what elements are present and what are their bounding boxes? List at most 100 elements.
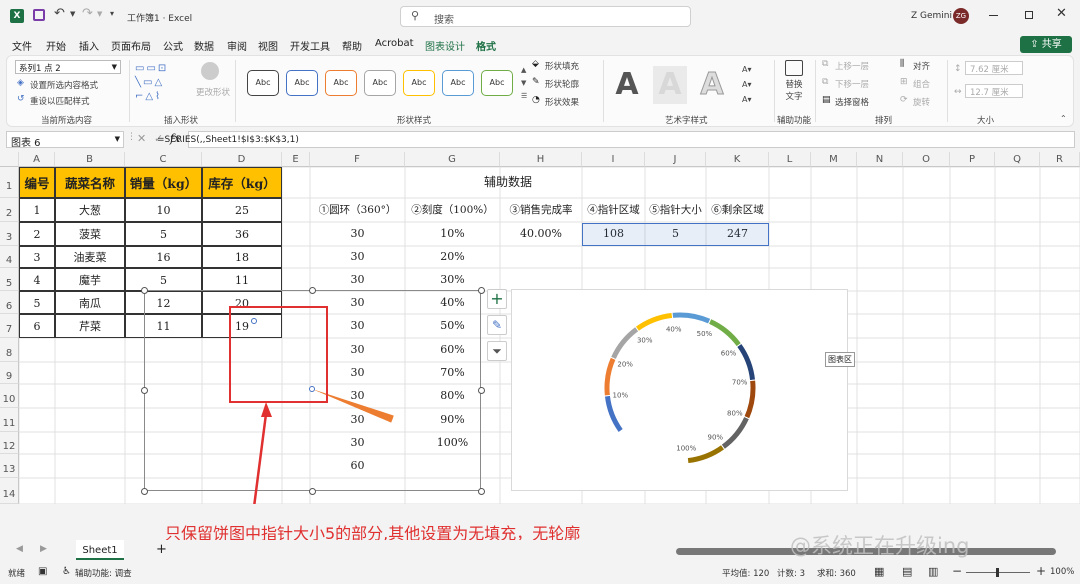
avatar[interactable]: ZG: [953, 8, 969, 24]
tab-chart-design[interactable]: 图表设计: [425, 38, 465, 53]
column-header[interactable]: O: [903, 152, 950, 167]
row-header[interactable]: 7: [0, 314, 19, 338]
table-header-cell[interactable]: 库存（kg）: [202, 167, 282, 198]
zoom-out-icon[interactable]: −: [952, 564, 962, 578]
table-cell[interactable]: 40.00%: [500, 222, 582, 246]
tab-home[interactable]: 开始: [46, 38, 66, 53]
shape-effect-button[interactable]: ◔ 形状效果: [532, 95, 579, 108]
shape-style-tile[interactable]: Abc: [481, 70, 513, 96]
shapes-gallery[interactable]: ▭▭⊡ ╲▭△ ⌐△⌇: [135, 62, 185, 106]
tab-review[interactable]: 审阅: [227, 38, 247, 53]
zoom-thumb[interactable]: [996, 568, 999, 577]
table-cell[interactable]: 2: [19, 222, 55, 246]
row-header[interactable]: 9: [0, 362, 19, 384]
column-header[interactable]: P: [950, 152, 995, 167]
aux-header-cell[interactable]: ②刻度（100%）: [405, 198, 500, 222]
resize-handle[interactable]: [141, 287, 148, 294]
wordart-style-2[interactable]: A: [653, 66, 687, 104]
table-header-cell[interactable]: 编号: [19, 167, 55, 198]
shape-style-tile[interactable]: Abc: [325, 70, 357, 96]
tab-developer[interactable]: 开发工具: [290, 38, 330, 53]
chart-element-dropdown[interactable]: 系列1 点 2 ▼: [15, 60, 121, 74]
shape-outline-button[interactable]: ✎ 形状轮廓: [532, 77, 579, 90]
wordart-style-3[interactable]: A: [695, 66, 729, 104]
table-cell[interactable]: 5: [19, 291, 55, 314]
chevron-down-icon[interactable]: ▼: [70, 10, 75, 18]
status-accessibility[interactable]: 辅助功能: 调查: [75, 567, 132, 579]
undo-icon[interactable]: ↶: [54, 6, 65, 21]
chart-elements-button[interactable]: +: [487, 289, 507, 309]
row-header[interactable]: 1: [0, 167, 19, 198]
table-cell[interactable]: 油麦菜: [55, 246, 125, 268]
shape-style-tile[interactable]: Abc: [403, 70, 435, 96]
aux-title[interactable]: 辅助数据: [310, 167, 706, 198]
chart-filters-button[interactable]: ⏷: [487, 341, 507, 361]
table-cell[interactable]: 5: [125, 222, 202, 246]
table-cell[interactable]: 30: [310, 222, 405, 246]
cancel-icon[interactable]: ✕: [137, 132, 146, 145]
table-cell[interactable]: 芹菜: [55, 314, 125, 338]
table-cell[interactable]: 25: [202, 198, 282, 222]
table-cell[interactable]: 18: [202, 246, 282, 268]
aux-header-cell[interactable]: ③销售完成率: [500, 198, 582, 222]
row-header[interactable]: 6: [0, 291, 19, 314]
shape-style-tile[interactable]: Abc: [286, 70, 318, 96]
row-header[interactable]: 10: [0, 384, 19, 408]
tab-acrobat[interactable]: Acrobat: [375, 38, 414, 49]
table-cell[interactable]: 6: [19, 314, 55, 338]
table-cell[interactable]: 30%: [405, 268, 500, 291]
shape-style-tile[interactable]: Abc: [442, 70, 474, 96]
tab-data[interactable]: 数据: [194, 38, 214, 53]
row-header[interactable]: 12: [0, 432, 19, 454]
page-break-icon[interactable]: ▥: [928, 565, 938, 578]
row-header[interactable]: 2: [0, 198, 19, 222]
restore-icon[interactable]: [1025, 11, 1033, 19]
shape-style-tile[interactable]: Abc: [247, 70, 279, 96]
resize-handle[interactable]: [478, 488, 485, 495]
column-header[interactable]: I: [582, 152, 645, 167]
table-header-cell[interactable]: 销量（kg）: [125, 167, 202, 198]
table-cell[interactable]: 30: [310, 268, 405, 291]
aux-header-cell[interactable]: ④指针区域: [582, 198, 645, 222]
column-header[interactable]: A: [19, 152, 55, 167]
table-cell[interactable]: 4: [19, 268, 55, 291]
column-header[interactable]: J: [645, 152, 706, 167]
column-header[interactable]: H: [500, 152, 582, 167]
shape-style-tile[interactable]: Abc: [364, 70, 396, 96]
shape-fill-button[interactable]: ⬙ 形状填充: [532, 59, 579, 72]
redo-icon[interactable]: ↷: [82, 6, 93, 21]
resize-handle[interactable]: [141, 387, 148, 394]
row-header[interactable]: 14: [0, 478, 19, 504]
normal-view-icon[interactable]: ▦: [874, 565, 884, 578]
column-header[interactable]: K: [706, 152, 769, 167]
table-cell[interactable]: 20%: [405, 246, 500, 268]
save-icon[interactable]: [33, 9, 45, 21]
minimize-icon[interactable]: [989, 15, 998, 16]
tab-file[interactable]: 文件: [12, 38, 32, 53]
table-cell[interactable]: 11: [202, 268, 282, 291]
height-input[interactable]: 7.62 厘米: [965, 61, 1023, 75]
customize-icon[interactable]: ▾: [110, 9, 114, 18]
alt-text-button[interactable]: 替换 文字: [780, 60, 808, 102]
table-cell[interactable]: 3: [19, 246, 55, 268]
format-selection-button[interactable]: ◈ 设置所选内容格式: [17, 78, 98, 91]
chevron-down-icon[interactable]: ▼: [97, 10, 102, 18]
wordart-options-icon[interactable]: A▾ A▾ A▾: [742, 62, 752, 107]
tab-insert[interactable]: 插入: [79, 38, 99, 53]
column-header[interactable]: R: [1040, 152, 1080, 167]
column-header[interactable]: F: [310, 152, 405, 167]
row-header[interactable]: 4: [0, 246, 19, 268]
gauge-chart-area[interactable]: [511, 289, 848, 491]
column-header[interactable]: N: [857, 152, 903, 167]
macro-icon[interactable]: ▣: [38, 566, 47, 577]
scroll-right-icon[interactable]: ▶: [40, 544, 47, 554]
collapse-ribbon-icon[interactable]: ⌃: [1060, 114, 1067, 123]
add-sheet-button[interactable]: +: [156, 542, 167, 557]
column-header[interactable]: B: [55, 152, 125, 167]
tab-page-layout[interactable]: 页面布局: [111, 38, 151, 53]
select-all-corner[interactable]: [0, 152, 19, 167]
gallery-scroll[interactable]: ▲ ▼ ☰: [521, 64, 527, 103]
aux-header-cell[interactable]: ①圆环（360°）: [310, 198, 405, 222]
row-header[interactable]: 11: [0, 408, 19, 432]
table-cell[interactable]: 36: [202, 222, 282, 246]
